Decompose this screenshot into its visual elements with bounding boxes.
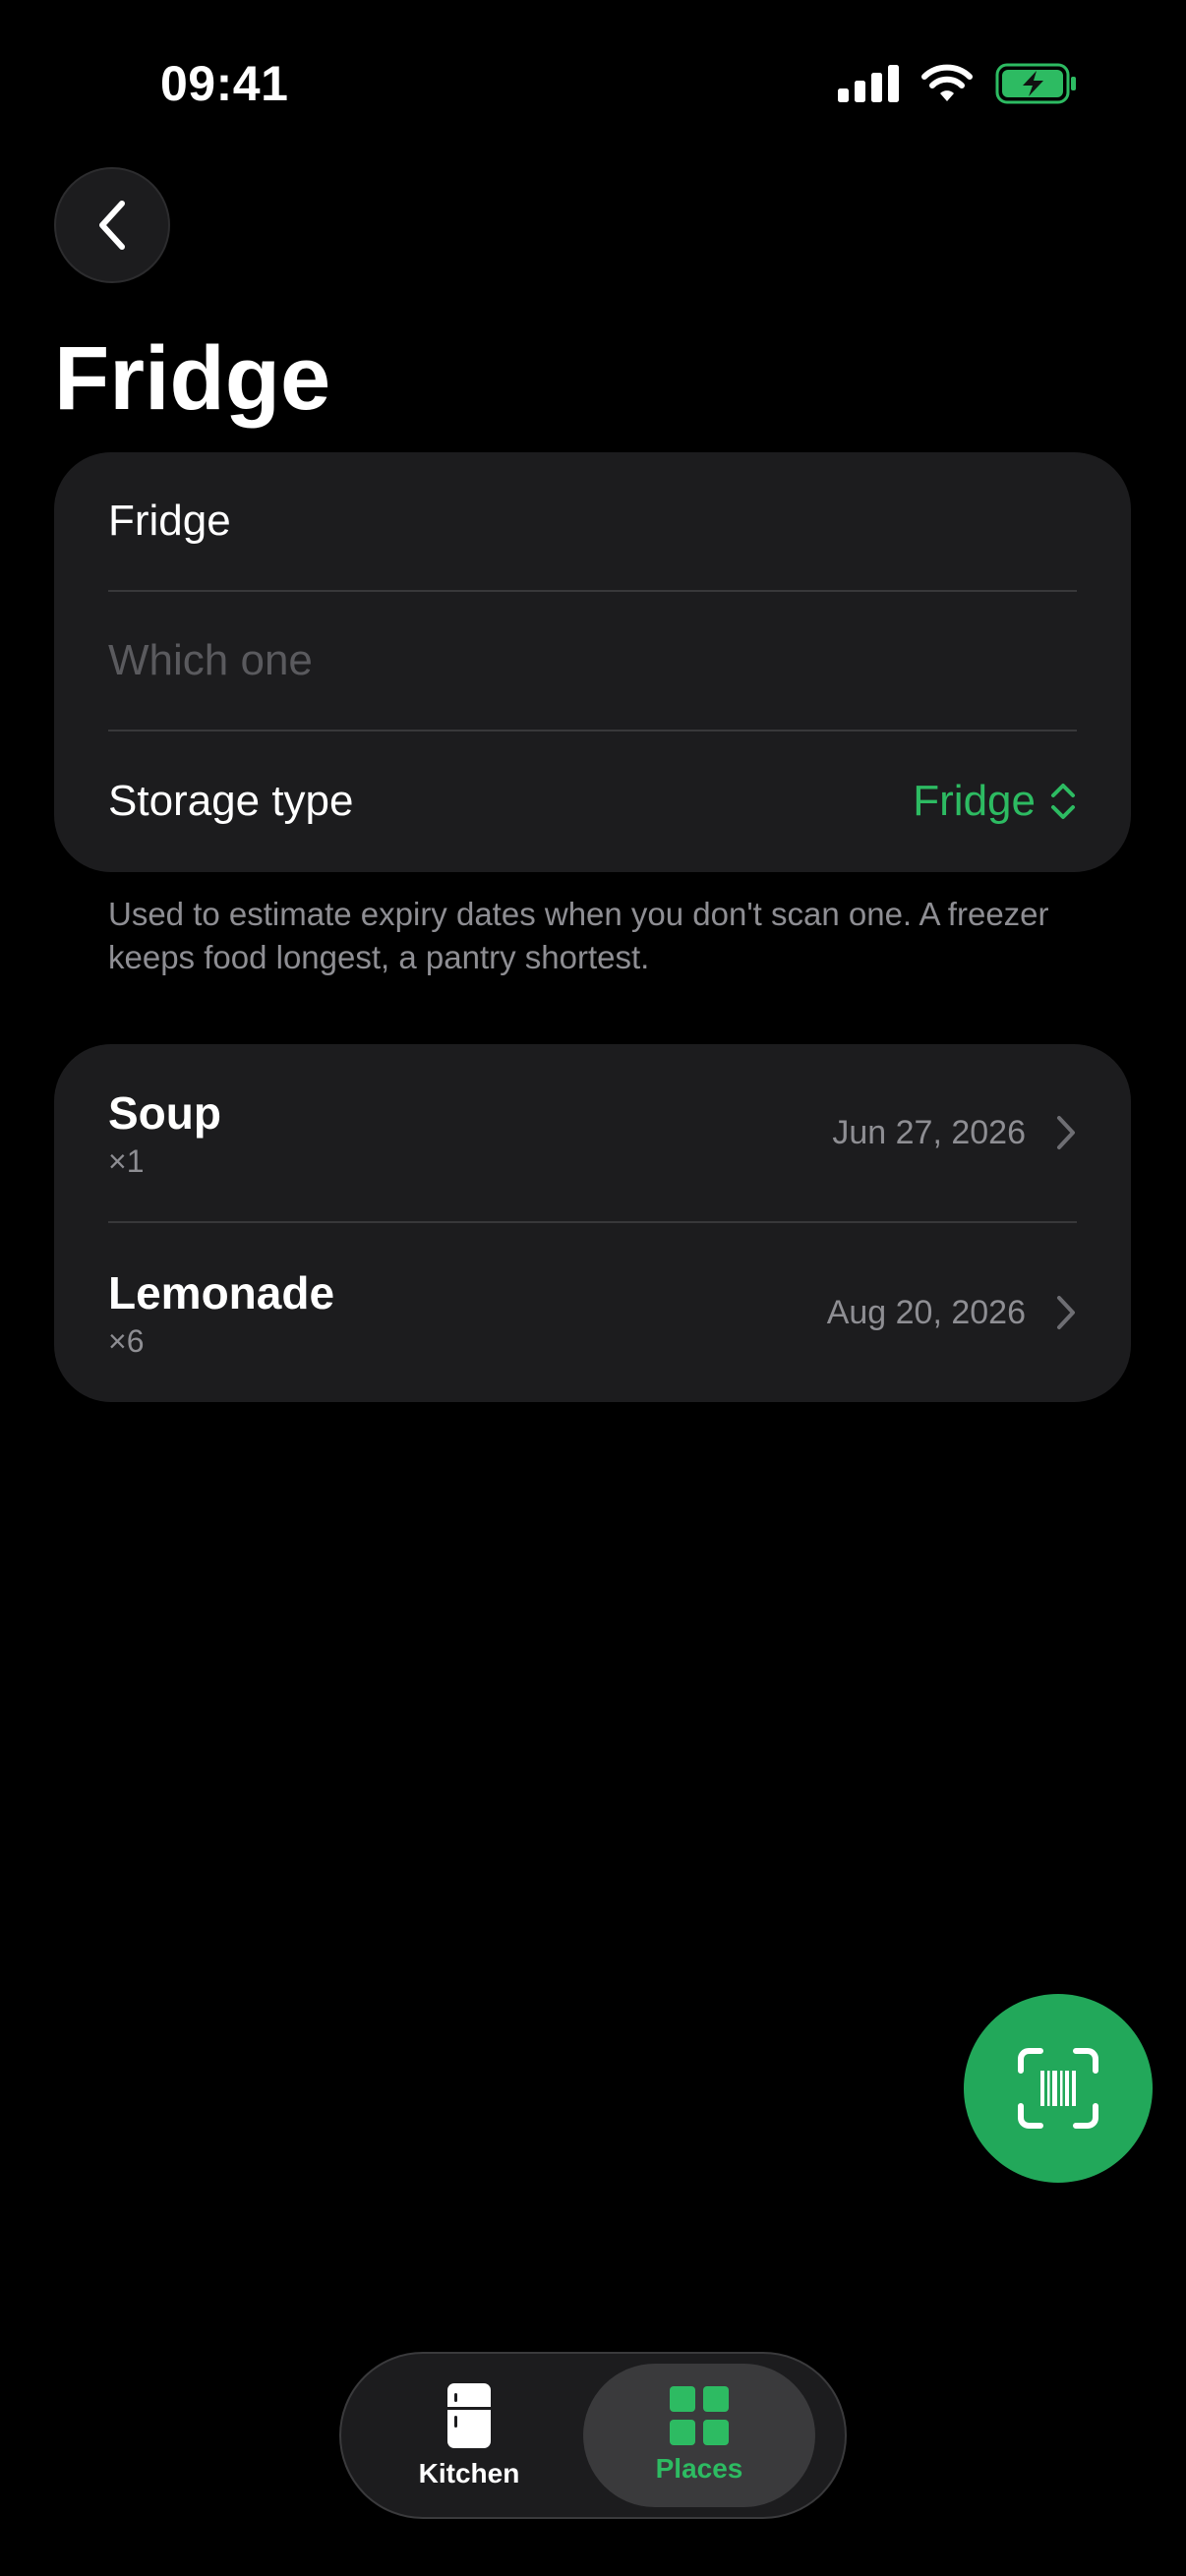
- chevron-right-icon: [1057, 1116, 1075, 1149]
- storage-type-value[interactable]: Fridge: [913, 777, 1036, 826]
- barcode-scan-icon: [1018, 2048, 1098, 2129]
- item-quantity: ×6: [108, 1322, 145, 1359]
- which-one-field[interactable]: Which one: [108, 592, 1077, 732]
- grid-icon: [670, 2386, 729, 2445]
- name-field[interactable]: Fridge: [108, 452, 1077, 592]
- page-title: Fridge: [54, 328, 331, 429]
- storage-type-row[interactable]: Storage type Fridge: [108, 732, 1077, 871]
- list-item[interactable]: Lemonade ×6 Aug 20, 2026: [108, 1223, 1077, 1402]
- status-icons: [838, 63, 1078, 104]
- tab-kitchen-label: Kitchen: [418, 2458, 520, 2488]
- list-item[interactable]: Soup ×1 Jun 27, 2026: [108, 1044, 1077, 1223]
- tab-places[interactable]: Places: [583, 2364, 815, 2507]
- item-quantity: ×1: [108, 1142, 145, 1179]
- storage-type-footnote: Used to estimate expiry dates when you d…: [108, 896, 1049, 975]
- tab-bar: Kitchen Places: [339, 2352, 847, 2519]
- wifi-icon: [921, 64, 973, 101]
- item-expiry-date: Aug 20, 2026: [826, 1293, 1026, 1331]
- chevron-up-down-icon: [1051, 784, 1075, 819]
- back-button[interactable]: [54, 167, 170, 283]
- storage-type-picker[interactable]: Fridge: [913, 777, 1077, 826]
- tab-kitchen[interactable]: Kitchen: [353, 2364, 585, 2507]
- item-expiry-date: Jun 27, 2026: [832, 1113, 1026, 1151]
- items-list: Soup ×1 Jun 27, 2026 Lemonade ×6 Aug 20,…: [54, 1044, 1131, 1402]
- status-time: 09:41: [160, 56, 289, 111]
- which-one-placeholder[interactable]: Which one: [108, 636, 313, 685]
- storage-type-label: Storage type: [108, 777, 354, 825]
- item-name: Soup: [108, 1086, 221, 1139]
- chevron-right-icon: [1057, 1296, 1075, 1329]
- item-name: Lemonade: [108, 1266, 335, 1318]
- place-details-card: Fridge Which one Storage type Fridge: [54, 452, 1131, 872]
- chevron-left-icon: [99, 201, 125, 250]
- battery-charging-icon: [995, 63, 1076, 104]
- name-field-value[interactable]: Fridge: [108, 497, 231, 546]
- tab-places-label: Places: [655, 2453, 743, 2484]
- cellular-signal-icon: [838, 65, 899, 102]
- fridge-icon: [447, 2383, 491, 2448]
- scan-barcode-button[interactable]: [964, 1994, 1153, 2183]
